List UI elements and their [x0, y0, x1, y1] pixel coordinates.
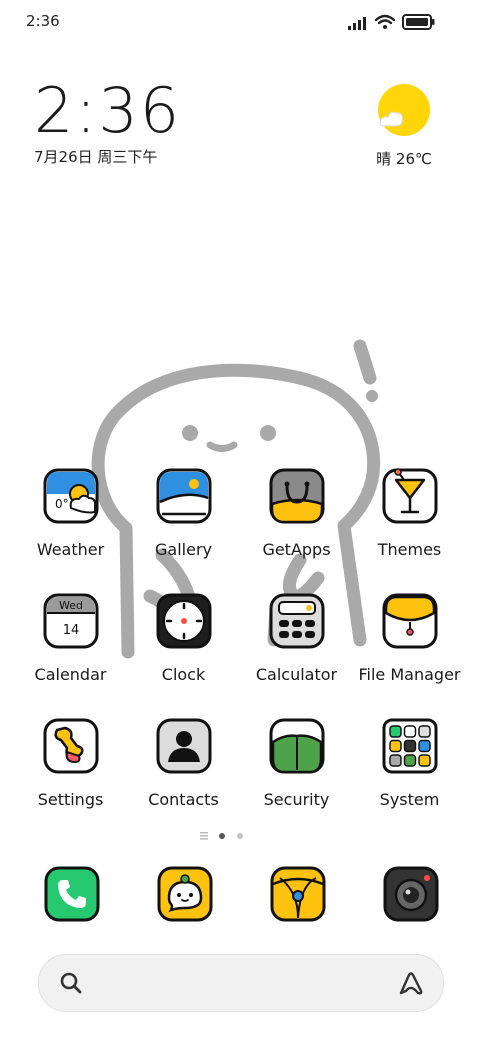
app-themes[interactable]: Themes — [353, 468, 466, 578]
phone-icon[interactable] — [44, 866, 100, 922]
app-label: Calendar — [34, 665, 107, 684]
app-label: Themes — [377, 540, 442, 559]
shield-icon — [269, 718, 324, 774]
gallery-icon — [156, 468, 211, 524]
sunny-icon — [378, 84, 430, 136]
app-calendar[interactable]: Wed 14 Calendar — [14, 593, 127, 703]
svg-text:Wed: Wed — [59, 599, 83, 612]
app-contacts[interactable]: Contacts — [127, 718, 240, 828]
status-time: 2:36 — [26, 12, 60, 30]
app-label: Security — [263, 790, 330, 809]
clock-time: 2:36 — [34, 74, 182, 147]
page-dot — [237, 833, 243, 839]
app-gallery[interactable]: Gallery — [127, 468, 240, 578]
assistant-icon[interactable] — [397, 969, 425, 997]
calculator-icon — [269, 593, 324, 649]
app-clock[interactable]: Clock — [127, 593, 240, 703]
clock-icon — [156, 593, 211, 649]
messages-icon[interactable] — [157, 866, 213, 922]
menu-lines-icon — [200, 832, 208, 840]
settings-icon — [43, 718, 98, 774]
dock — [14, 866, 466, 926]
app-getapps[interactable]: GetApps — [240, 468, 353, 578]
clock-date: 7月26日 周三下午 — [34, 148, 158, 166]
app-calculator[interactable]: Calculator — [240, 593, 353, 703]
weather-widget[interactable]: 晴 26℃ — [364, 82, 444, 169]
camera-icon[interactable] — [383, 866, 439, 922]
search-icon[interactable] — [59, 971, 83, 995]
app-label: Gallery — [155, 540, 212, 559]
calendar-icon: Wed 14 — [43, 593, 98, 649]
wifi-icon — [374, 14, 396, 29]
svg-text:0°: 0° — [55, 497, 69, 511]
app-label: Clock — [161, 665, 206, 684]
signal-icon — [348, 17, 366, 30]
app-label: Weather — [36, 540, 105, 559]
app-label: Contacts — [148, 790, 219, 809]
app-label: Calculator — [255, 665, 338, 684]
browser-icon[interactable] — [270, 866, 326, 922]
folder-icon — [382, 593, 437, 649]
app-system-folder[interactable]: System — [353, 718, 466, 828]
status-bar: 2:36 — [0, 0, 480, 42]
app-file-manager[interactable]: File Manager — [353, 593, 466, 703]
app-label: File Manager — [358, 665, 461, 684]
getapps-icon — [269, 468, 324, 524]
app-label: System — [379, 790, 440, 809]
search-bar[interactable] — [38, 954, 444, 1012]
weather-icon: 0° — [43, 468, 98, 524]
folder-grid-icon — [382, 718, 437, 774]
battery-icon — [402, 14, 435, 30]
app-weather[interactable]: 0° Weather — [14, 468, 127, 578]
clock-widget[interactable]: 2:36 7月26日 周三下午 — [34, 80, 181, 167]
app-label: GetApps — [262, 540, 331, 559]
svg-text:14: 14 — [62, 623, 79, 638]
page-dot-active — [219, 833, 225, 839]
app-settings[interactable]: Settings — [14, 718, 127, 828]
page-indicator[interactable] — [200, 830, 260, 842]
themes-icon — [382, 468, 437, 524]
weather-text: 晴 26℃ — [376, 150, 432, 168]
app-security[interactable]: Security — [240, 718, 353, 828]
status-icons — [348, 14, 435, 30]
app-label: Settings — [37, 790, 104, 809]
contacts-icon — [156, 718, 211, 774]
